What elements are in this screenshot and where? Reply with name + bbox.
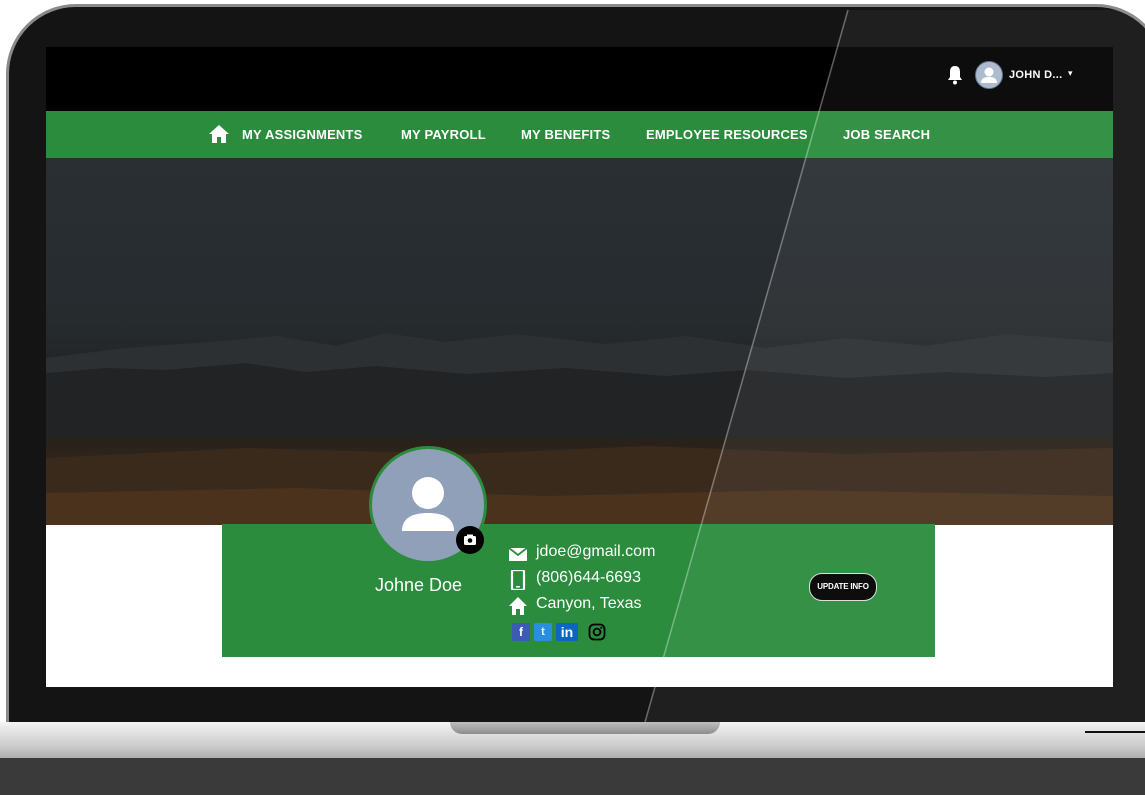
cover-photo [46,158,1113,525]
camera-icon [464,534,476,545]
top-bar: JOHN D... ▾ [46,47,1113,111]
user-silhouette-icon [981,67,997,83]
facebook-icon[interactable]: f [512,623,530,641]
location-text: Canyon, Texas [536,595,642,612]
envelope-icon [508,547,528,561]
linkedin-icon[interactable]: in [556,623,578,641]
chevron-down-icon[interactable]: ▾ [1068,68,1073,79]
nav-my-assignments[interactable]: MY ASSIGNMENTS [242,127,363,142]
home-icon[interactable] [208,123,230,145]
notification-bell-icon[interactable] [946,65,964,85]
email-text[interactable]: jdoe@gmail.com [536,543,655,561]
nav-my-payroll[interactable]: MY PAYROLL [401,127,486,142]
main-nav: MY ASSIGNMENTS MY PAYROLL MY BENEFITS EM… [46,111,1113,158]
twitter-icon[interactable]: t [534,623,552,641]
home-icon [509,597,527,615]
nav-job-search[interactable]: JOB SEARCH [843,127,930,142]
nav-my-benefits[interactable]: MY BENEFITS [521,127,610,142]
laptop-edge-line [1085,731,1145,733]
change-photo-button[interactable] [456,526,484,554]
nav-employee-resources[interactable]: EMPLOYEE RESOURCES [646,127,808,142]
phone-text[interactable]: (806)644-6693 [536,569,641,587]
update-info-button[interactable]: UPDATE INFO [809,573,877,601]
user-menu-name[interactable]: JOHN D... [1009,69,1062,81]
user-avatar[interactable] [975,61,1003,89]
landscape-image [46,333,1113,525]
app-screen: JOHN D... ▾ MY ASSIGNMENTS MY PAYROLL MY… [46,47,1113,687]
laptop-base-shadow [0,758,1145,795]
instagram-glyph [588,623,606,641]
phone-icon [510,570,526,590]
instagram-icon[interactable] [588,623,606,641]
laptop-notch [450,722,720,734]
profile-name: Johne Doe [375,575,463,595]
